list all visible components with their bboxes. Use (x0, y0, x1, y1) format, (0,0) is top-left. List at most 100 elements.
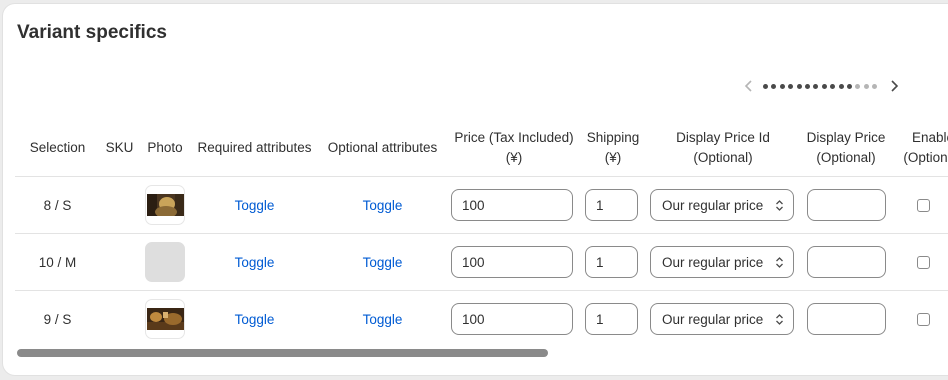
display-price-id-cell: Our regular price (645, 233, 801, 291)
required-attributes-cell: Toggle (191, 291, 318, 348)
pager-dot[interactable] (830, 83, 836, 89)
card-title: Variant specifics (17, 22, 167, 43)
pager-dot[interactable] (763, 83, 768, 89)
price-input[interactable] (451, 246, 573, 278)
column-header-price: Price (Tax Included) (¥) (447, 120, 581, 177)
column-pager (741, 78, 902, 94)
enable-checkbox[interactable] (917, 198, 930, 212)
column-header-photo: Photo (139, 120, 191, 177)
toggle-required-link[interactable]: Toggle (235, 198, 275, 213)
toggle-optional-link[interactable]: Toggle (363, 255, 403, 270)
display-price-input[interactable] (807, 246, 886, 278)
enable-checkbox[interactable] (917, 255, 930, 269)
required-attributes-cell: Toggle (191, 233, 318, 291)
photo-cell (139, 176, 191, 234)
required-attributes-cell: Toggle (191, 176, 318, 234)
display-price-id-cell: Our regular price (645, 176, 801, 234)
pager-dot[interactable] (863, 83, 869, 89)
pager-dot[interactable] (796, 83, 802, 89)
display-price-input[interactable] (807, 303, 886, 335)
enable-checkbox[interactable] (917, 312, 930, 326)
column-header-shipping: Shipping (¥) (581, 120, 645, 177)
chevron-right-icon (891, 80, 899, 92)
optional-attributes-cell: Toggle (318, 176, 447, 234)
selection-cell: 10 / M (15, 233, 100, 291)
display-price-cell (801, 176, 891, 234)
price-cell (447, 176, 581, 234)
shipping-cell (581, 291, 645, 348)
pager-dot[interactable] (838, 83, 844, 89)
pager-dot[interactable] (872, 83, 878, 89)
optional-attributes-cell: Toggle (318, 291, 447, 348)
photo-thumbnail (147, 194, 184, 216)
chevron-left-icon (744, 80, 752, 92)
column-header-required-attributes: Required attributes (191, 120, 318, 177)
display-price-id-value: Our regular price (662, 311, 764, 327)
column-header-selection: Selection (15, 120, 100, 177)
pager-prev-button[interactable] (741, 78, 757, 94)
selection-cell: 8 / S (15, 176, 100, 234)
variant-specifics-card: Variant specifics Selection SKU Photo Re… (3, 4, 948, 375)
select-chevron-icon (776, 256, 783, 268)
variant-photo-placeholder[interactable] (145, 242, 185, 282)
shipping-input[interactable] (585, 303, 638, 335)
shipping-input[interactable] (585, 189, 638, 221)
table-row: 10 / M Toggle Toggle Our regular price (15, 233, 948, 291)
variant-photo[interactable] (145, 185, 185, 225)
photo-thumbnail (147, 308, 184, 330)
pager-dot[interactable] (779, 83, 785, 89)
pager-dot[interactable] (855, 83, 861, 89)
pager-next-button[interactable] (886, 78, 902, 94)
shipping-input[interactable] (585, 246, 638, 278)
select-chevron-icon (776, 199, 783, 211)
column-header-optional-attributes: Optional attributes (318, 120, 447, 177)
variant-photo[interactable] (145, 299, 185, 339)
variants-table: Selection SKU Photo Required attributes … (15, 120, 948, 347)
shipping-cell (581, 233, 645, 291)
price-cell (447, 233, 581, 291)
select-chevron-icon (776, 313, 783, 325)
enable-cell (891, 291, 948, 348)
horizontal-scrollbar[interactable] (17, 349, 548, 357)
column-header-enable: Enable(Optional) (891, 120, 948, 177)
pager-dot[interactable] (804, 83, 810, 89)
display-price-id-select[interactable]: Our regular price (650, 303, 794, 335)
table-header-row: Selection SKU Photo Required attributes … (15, 120, 948, 177)
pager-dots (763, 83, 880, 89)
column-header-sku: SKU (100, 120, 139, 177)
sku-cell (100, 291, 139, 348)
price-input[interactable] (451, 189, 573, 221)
display-price-cell (801, 233, 891, 291)
display-price-input[interactable] (807, 189, 886, 221)
pager-dot[interactable] (813, 83, 819, 89)
pager-dot[interactable] (771, 83, 777, 89)
optional-attributes-cell: Toggle (318, 233, 447, 291)
display-price-id-value: Our regular price (662, 197, 764, 213)
pager-dot[interactable] (788, 83, 794, 89)
sku-cell (100, 233, 139, 291)
shipping-cell (581, 176, 645, 234)
display-price-id-select[interactable]: Our regular price (650, 246, 794, 278)
photo-cell (139, 233, 191, 291)
price-cell (447, 291, 581, 348)
display-price-id-value: Our regular price (662, 254, 764, 270)
column-header-display-price-id: Display Price Id (Optional) (645, 120, 801, 177)
pager-dot[interactable] (846, 83, 852, 89)
toggle-optional-link[interactable]: Toggle (363, 198, 403, 213)
toggle-optional-link[interactable]: Toggle (363, 312, 403, 327)
enable-cell (891, 233, 948, 291)
enable-cell (891, 176, 948, 234)
display-price-id-cell: Our regular price (645, 291, 801, 348)
table-row: 8 / S Toggle Toggle 100 1 Our regular pr… (15, 176, 948, 234)
display-price-cell (801, 291, 891, 348)
pager-dot[interactable] (821, 83, 827, 89)
toggle-required-link[interactable]: Toggle (235, 255, 275, 270)
column-header-display-price: Display Price (Optional) (801, 120, 891, 177)
display-price-id-select[interactable]: Our regular price (650, 189, 794, 221)
toggle-required-link[interactable]: Toggle (235, 312, 275, 327)
sku-cell (100, 176, 139, 234)
selection-cell: 9 / S (43, 311, 72, 327)
photo-cell (139, 291, 191, 348)
table-row: 9 / S Toggle Toggle 100 1 Our regular pr… (15, 291, 948, 348)
price-input[interactable] (451, 303, 573, 335)
